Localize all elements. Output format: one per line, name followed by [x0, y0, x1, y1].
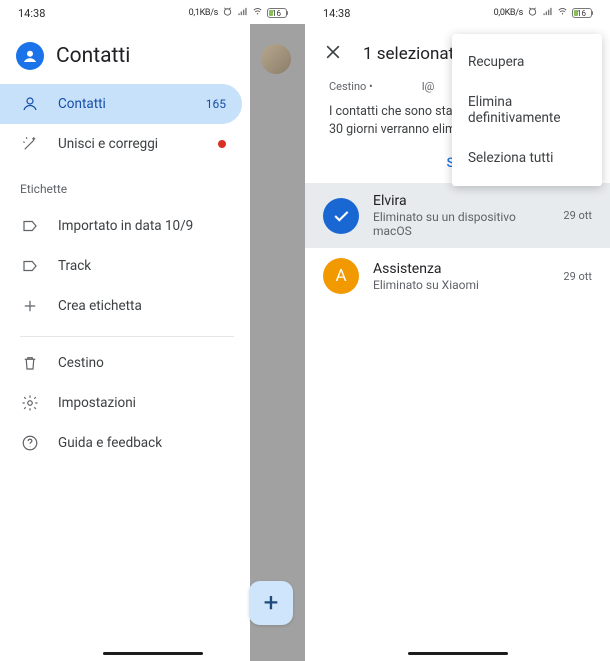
labels-section-header: Etichette — [0, 164, 250, 206]
nav-contacts-label: Contatti — [58, 96, 106, 112]
statusbar-time: 14:38 — [323, 7, 350, 20]
right-screenshot: 14:38 0,0KB/s 16 1 selezionato Cestino •… — [305, 0, 610, 661]
nav-contacts[interactable]: Contatti 165 — [0, 84, 242, 124]
nav-label-imported[interactable]: Importato in data 10/9 — [0, 206, 242, 246]
plus-icon: + — [264, 588, 279, 618]
statusbar-time: 14:38 — [18, 7, 45, 20]
gear-icon — [20, 394, 40, 412]
nav-create-label-text: Crea etichetta — [58, 298, 142, 314]
left-screenshot: 14:38 0,1KB/s 16 Contatti Contatti 165 U… — [0, 0, 305, 661]
fab-add-contact[interactable]: + — [249, 581, 293, 625]
wifi-icon — [557, 6, 568, 20]
help-icon — [20, 434, 40, 452]
magic-wand-icon — [20, 135, 40, 153]
drawer-header: Contatti — [0, 36, 250, 84]
overflow-menu: Recupera Elimina definitivamente Selezio… — [452, 34, 602, 186]
nav-contacts-count: 165 — [206, 97, 226, 111]
contact-subtitle: Eliminato su un dispositivo macOS — [373, 210, 549, 238]
nav-help-label: Guida e feedback — [58, 435, 162, 451]
label-icon — [20, 257, 40, 275]
contact-row[interactable]: A Assistenza Eliminato su Xiaomi 29 ott — [305, 248, 610, 304]
contact-name: Assistenza — [373, 261, 549, 277]
statusbar-data-rate: 0,0KB/s — [494, 8, 523, 18]
app-title: Contatti — [56, 44, 130, 68]
wifi-icon — [252, 6, 263, 20]
account-avatar[interactable] — [261, 44, 291, 74]
contact-subtitle: Eliminato su Xiaomi — [373, 278, 549, 292]
person-icon — [20, 95, 40, 113]
alarm-icon — [222, 6, 233, 20]
nav-settings-label: Impostazioni — [58, 395, 136, 411]
nav-trash[interactable]: Cestino — [0, 343, 242, 383]
statusbar-data-rate: 0,1KB/s — [189, 8, 218, 18]
menu-select-all[interactable]: Seleziona tutti — [452, 138, 602, 178]
nav-create-label[interactable]: Crea etichetta — [0, 286, 242, 326]
plus-icon — [20, 297, 40, 315]
menu-recover[interactable]: Recupera — [452, 42, 602, 82]
gesture-bar — [408, 652, 508, 656]
close-selection-button[interactable] — [323, 42, 343, 66]
label-icon — [20, 217, 40, 235]
scrim-overlay[interactable] — [250, 24, 305, 661]
nav-settings[interactable]: Impostazioni — [0, 383, 242, 423]
battery-icon: 16 — [572, 8, 592, 18]
battery-icon: 16 — [267, 8, 287, 18]
contact-date: 29 ott — [563, 209, 592, 222]
nav-merge-label: Unisci e correggi — [58, 136, 158, 152]
alert-dot-icon — [218, 140, 226, 148]
menu-delete-forever[interactable]: Elimina definitivamente — [452, 82, 602, 138]
contact-row[interactable]: Elvira Eliminato su un dispositivo macOS… — [305, 183, 610, 248]
signal-icon — [542, 6, 553, 20]
contact-date: 29 ott — [563, 270, 592, 283]
nav-merge-fix[interactable]: Unisci e correggi — [0, 124, 242, 164]
contact-name: Elvira — [373, 193, 549, 209]
statusbar-right: 14:38 0,0KB/s 16 — [305, 0, 610, 24]
nav-label-imported-text: Importato in data 10/9 — [58, 218, 193, 234]
contact-avatar[interactable]: A — [323, 258, 359, 294]
trash-icon — [20, 354, 40, 372]
statusbar-left: 14:38 0,1KB/s 16 — [0, 0, 305, 24]
selection-count-title: 1 selezionato — [363, 44, 464, 64]
account-circle-icon — [16, 42, 44, 70]
nav-trash-label: Cestino — [58, 355, 104, 371]
alarm-icon — [527, 6, 538, 20]
signal-icon — [237, 6, 248, 20]
gesture-bar — [103, 652, 203, 656]
nav-label-track[interactable]: Track — [0, 246, 242, 286]
selected-check-icon[interactable] — [323, 198, 359, 234]
nav-label-track-text: Track — [58, 258, 91, 274]
divider — [20, 336, 234, 337]
nav-help[interactable]: Guida e feedback — [0, 423, 242, 463]
